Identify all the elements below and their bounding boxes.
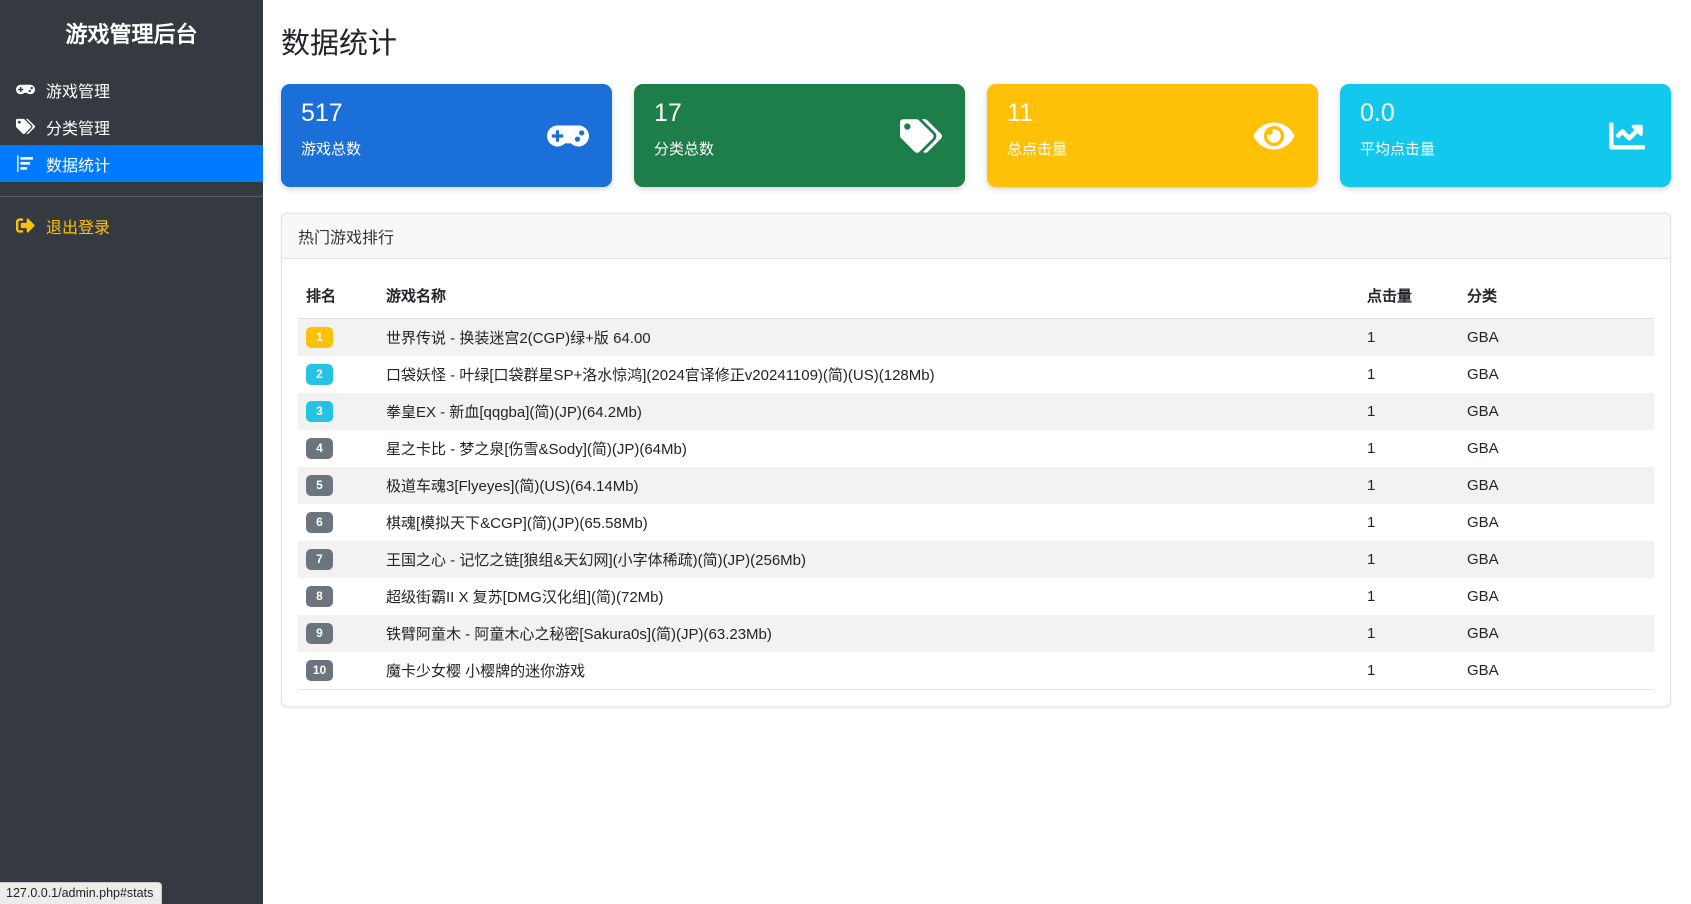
table-row: 4 星之卡比 - 梦之泉[伤雪&Sody](简)(JP)(64Mb) 1 GBA [298, 430, 1654, 467]
stat-card-total-categories: 17 分类总数 [634, 84, 965, 187]
game-name: 世界传说 - 换装迷宫2(CGP)绿+版 64.00 [386, 330, 651, 347]
category-value: GBA [1467, 440, 1499, 457]
column-header-name: 游戏名称 [378, 275, 1359, 319]
sidebar: 游戏管理后台 游戏管理 分类管理 数据统计 退出登录 [0, 0, 263, 904]
rank-badge: 2 [306, 364, 333, 385]
main-content: 数据统计 517 游戏总数 17 分类总数 11 总点击量 0.0 平均点击量 … [263, 0, 1691, 904]
category-value: GBA [1467, 477, 1499, 494]
sidebar-divider [0, 196, 263, 197]
logout-label: 退出登录 [46, 219, 111, 237]
ranking-panel-title: 热门游戏排行 [282, 214, 1670, 259]
clicks-value: 1 [1367, 514, 1376, 531]
stat-card-avg-clicks: 0.0 平均点击量 [1340, 84, 1671, 187]
rank-badge: 1 [306, 327, 333, 348]
rank-badge: 10 [306, 660, 333, 681]
table-row: 9 铁臂阿童木 - 阿童木心之秘密[Sakura0s](简)(JP)(63.23… [298, 615, 1654, 652]
tags-icon [16, 117, 35, 136]
sidebar-item-label: 分类管理 [46, 120, 111, 138]
category-value: GBA [1467, 403, 1499, 420]
page-title: 数据统计 [281, 28, 398, 60]
ranking-panel-body: 排名 游戏名称 点击量 分类 1 世界传说 - 换装迷宫2(CGP)绿+版 64… [282, 259, 1670, 706]
stat-card-total-clicks: 11 总点击量 [987, 84, 1318, 187]
column-header-clicks: 点击量 [1359, 275, 1459, 319]
category-value: GBA [1467, 625, 1499, 642]
chart-bar-icon [16, 154, 35, 173]
game-name: 超级街霸II X 复苏[DMG汉化组](简)(72Mb) [386, 589, 664, 606]
rank-badge: 3 [306, 401, 333, 422]
chart-line-icon [1605, 116, 1649, 156]
clicks-value: 1 [1367, 477, 1376, 494]
clicks-value: 1 [1367, 551, 1376, 568]
stats-cards-row: 517 游戏总数 17 分类总数 11 总点击量 0.0 平均点击量 [281, 84, 1671, 187]
table-row: 3 拳皇EX - 新血[qqgba](简)(JP)(64.2Mb) 1 GBA [298, 393, 1654, 430]
clicks-value: 1 [1367, 440, 1376, 457]
table-row: 8 超级街霸II X 复苏[DMG汉化组](简)(72Mb) 1 GBA [298, 578, 1654, 615]
sign-out-icon [16, 216, 35, 235]
game-name: 棋魂[模拟天下&CGP](简)(JP)(65.58Mb) [386, 515, 648, 532]
category-value: GBA [1467, 329, 1499, 346]
browser-status-url: 127.0.0.1/admin.php#stats [0, 882, 163, 904]
category-value: GBA [1467, 662, 1499, 679]
sidebar-item-stats[interactable]: 数据统计 [0, 145, 263, 182]
clicks-value: 1 [1367, 366, 1376, 383]
category-value: GBA [1467, 588, 1499, 605]
rank-badge: 6 [306, 512, 333, 533]
table-header-row: 排名 游戏名称 点击量 分类 [298, 275, 1654, 319]
game-name: 拳皇EX - 新血[qqgba](简)(JP)(64.2Mb) [386, 404, 642, 421]
app-title: 游戏管理后台 [65, 22, 198, 47]
clicks-value: 1 [1367, 625, 1376, 642]
clicks-value: 1 [1367, 588, 1376, 605]
table-row: 10 魔卡少女樱 小樱牌的迷你游戏 1 GBA [298, 652, 1654, 690]
ranking-panel: 热门游戏排行 排名 游戏名称 点击量 分类 1 世界传说 - 换装迷宫2(CGP… [281, 213, 1671, 707]
table-row: 1 世界传说 - 换装迷宫2(CGP)绿+版 64.00 1 GBA [298, 318, 1654, 356]
column-header-rank: 排名 [298, 275, 378, 319]
rank-badge: 8 [306, 586, 333, 607]
rank-badge: 9 [306, 623, 333, 644]
table-row: 6 棋魂[模拟天下&CGP](简)(JP)(65.58Mb) 1 GBA [298, 504, 1654, 541]
category-value: GBA [1467, 514, 1499, 531]
gamepad-icon [16, 80, 35, 99]
sidebar-item-label: 游戏管理 [46, 83, 111, 101]
game-name: 极道车魂3[Flyeyes](简)(US)(64.14Mb) [386, 478, 639, 495]
game-name: 星之卡比 - 梦之泉[伤雪&Sody](简)(JP)(64Mb) [386, 441, 687, 458]
eye-icon [1252, 116, 1296, 156]
clicks-value: 1 [1367, 403, 1376, 420]
table-row: 2 口袋妖怪 - 叶绿[口袋群星SP+洛水惊鸿](2024官译修正v202411… [298, 356, 1654, 393]
game-name: 魔卡少女樱 小樱牌的迷你游戏 [386, 663, 586, 680]
ranking-table: 排名 游戏名称 点击量 分类 1 世界传说 - 换装迷宫2(CGP)绿+版 64… [298, 275, 1654, 690]
logout-button[interactable]: 退出登录 [0, 207, 263, 244]
category-value: GBA [1467, 551, 1499, 568]
sidebar-item-label: 数据统计 [46, 157, 111, 175]
game-name: 铁臂阿童木 - 阿童木心之秘密[Sakura0s](简)(JP)(63.23Mb… [386, 626, 772, 643]
game-name: 王国之心 - 记忆之链[狼组&天幻网](小字体稀疏)(简)(JP)(256Mb) [386, 552, 807, 569]
tags-icon [899, 116, 943, 156]
sidebar-item-games[interactable]: 游戏管理 [0, 71, 263, 108]
gamepad-icon [546, 116, 590, 156]
stat-card-total-games: 517 游戏总数 [281, 84, 612, 187]
rank-badge: 5 [306, 475, 333, 496]
column-header-category: 分类 [1459, 275, 1654, 319]
clicks-value: 1 [1367, 662, 1376, 679]
rank-badge: 4 [306, 438, 333, 459]
sidebar-nav: 游戏管理 分类管理 数据统计 退出登录 [0, 71, 263, 244]
rank-badge: 7 [306, 549, 333, 570]
sidebar-item-categories[interactable]: 分类管理 [0, 108, 263, 145]
clicks-value: 1 [1367, 329, 1376, 346]
game-name: 口袋妖怪 - 叶绿[口袋群星SP+洛水惊鸿](2024官译修正v20241109… [386, 367, 935, 384]
table-row: 5 极道车魂3[Flyeyes](简)(US)(64.14Mb) 1 GBA [298, 467, 1654, 504]
category-value: GBA [1467, 366, 1499, 383]
table-row: 7 王国之心 - 记忆之链[狼组&天幻网](小字体稀疏)(简)(JP)(256M… [298, 541, 1654, 578]
